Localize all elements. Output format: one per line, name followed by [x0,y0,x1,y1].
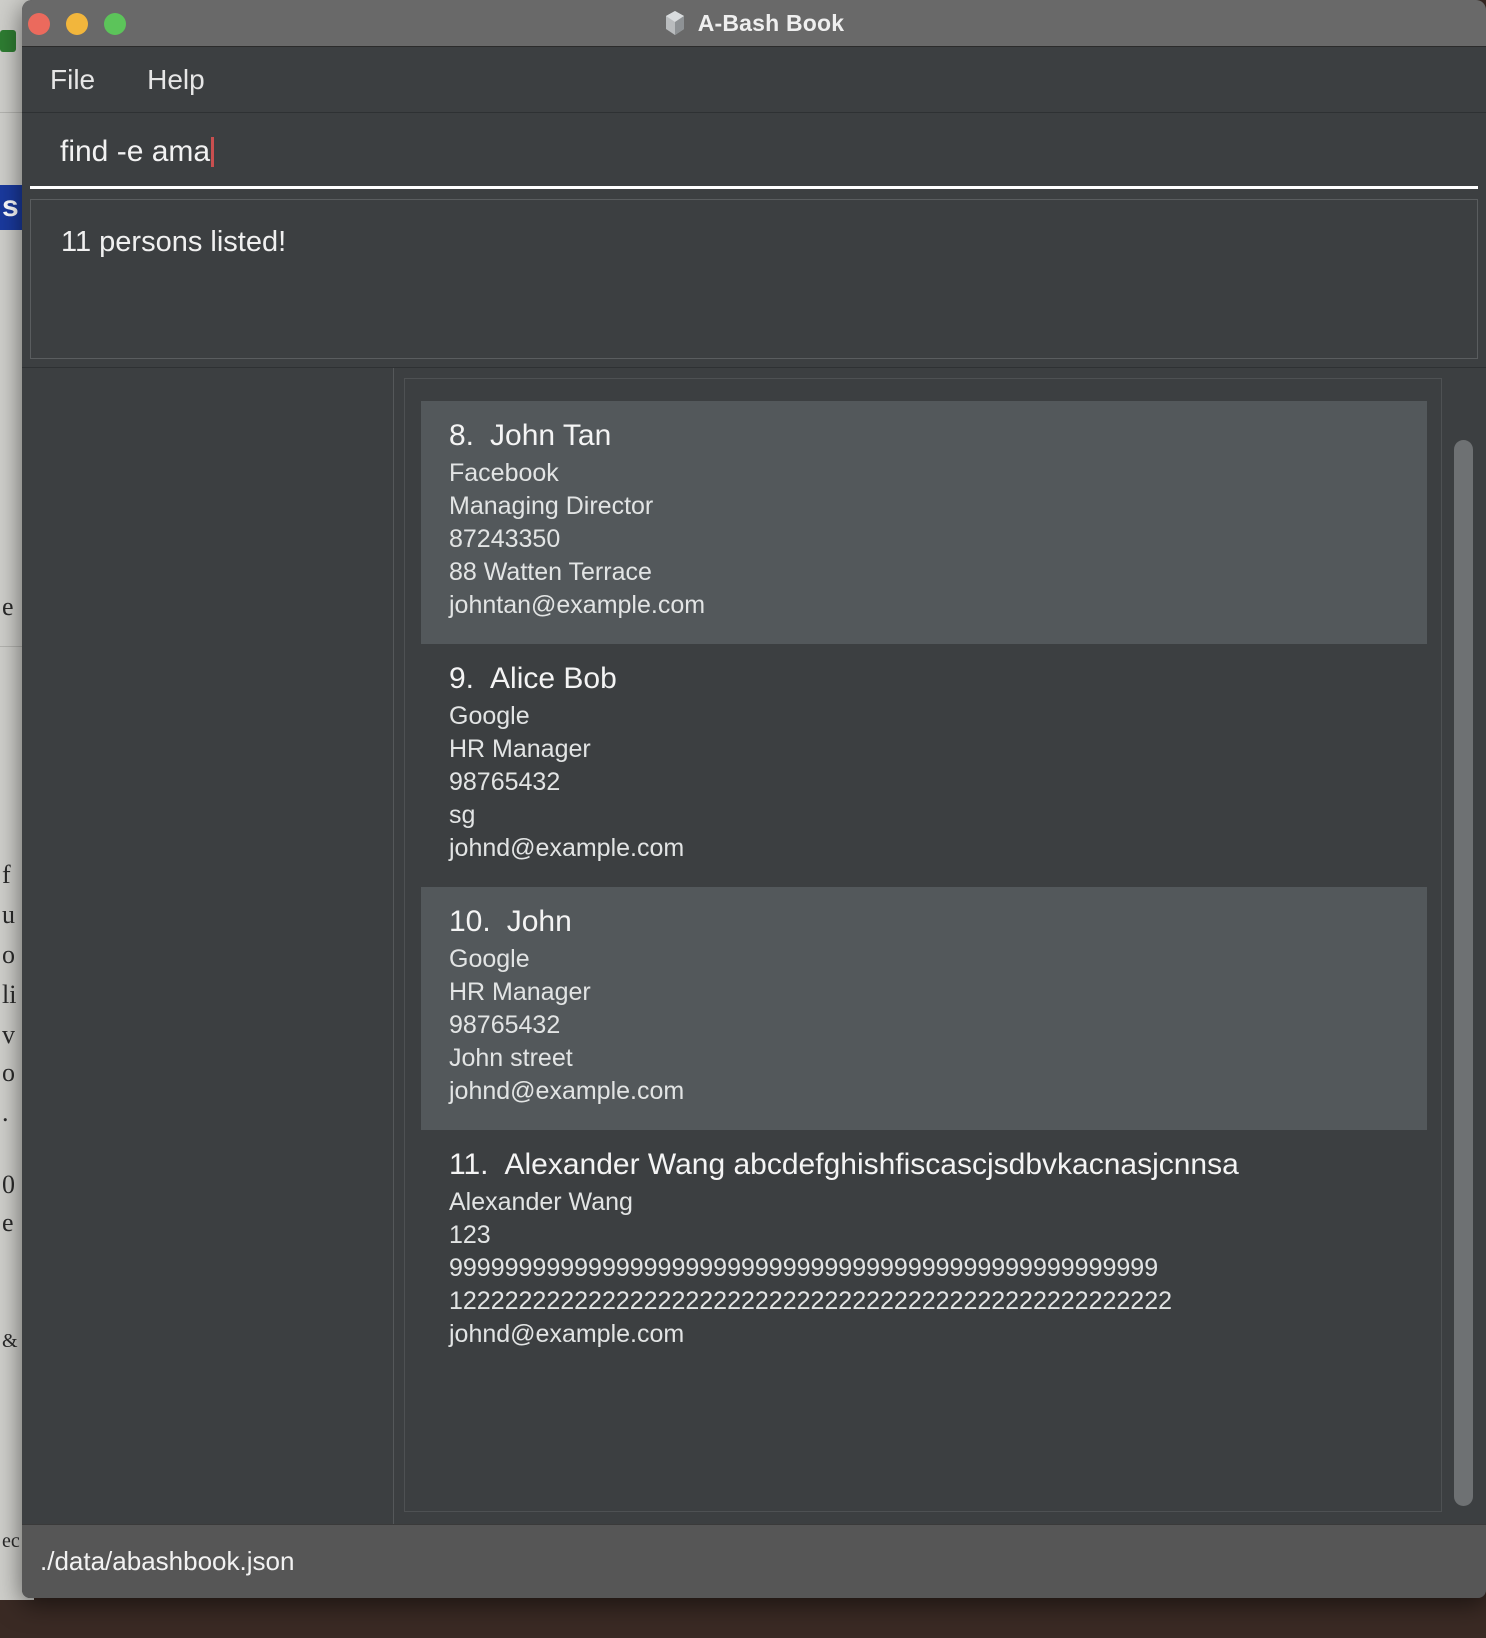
person-role: HR Manager [449,735,591,763]
result-display-wrapper: 11 persons listed! [22,191,1486,367]
person-card[interactable]: 11. Alexander Wang abcdefghishfiscascjsdb… [421,1130,1427,1373]
window-title: A-Bash Book [697,9,845,36]
person-title: 8. John Tan [449,419,1427,453]
person-phone: 87243350 [449,525,561,553]
person-index: 9. [449,662,475,695]
person-address: John street [449,1044,573,1072]
person-email: johnd@example.com [449,1320,685,1348]
command-input[interactable]: find -e ama [30,113,1478,191]
content-panes: 8. John Tan Facebook Managing Director 87… [22,367,1486,1524]
person-role: HR Manager [449,978,591,1006]
text-caret [211,137,215,167]
background-letter: s [2,190,19,223]
person-email: johnd@example.com [449,1077,685,1105]
person-index: 8. [449,419,475,452]
statusbar: ./data/abashbook.json [22,1524,1486,1598]
person-company: Facebook [449,459,559,487]
minimize-button[interactable] [66,12,88,35]
person-role: Managing Director [449,492,654,520]
command-box[interactable]: find -e ama [22,113,1486,191]
person-address: 88 Watten Terrace [449,558,652,586]
result-message: 11 persons listed! [61,226,287,258]
command-input-value: find -e ama [60,135,211,168]
person-card[interactable]: 9. Alice Bob Google HR Manager 98765432 s… [421,644,1427,887]
person-name: John Tan [490,419,612,452]
person-phone: 98765432 [449,768,561,796]
scrollbar-thumb[interactable] [1454,440,1473,1506]
command-input-underline [30,186,1478,189]
menubar: File Help [22,47,1486,113]
person-phone: 98765432 [449,1011,561,1039]
person-company: Google [449,945,530,973]
person-name: Alexander Wang abcdefghishfiscascjsdbvka… [504,1148,1239,1181]
status-file-path: ./data/abashbook.json [40,1546,295,1576]
person-list-panel: 8. John Tan Facebook Managing Director 87… [404,378,1442,1512]
menu-file[interactable]: File [46,62,99,98]
scrollbar-track[interactable] [1444,378,1486,1512]
person-company: Alexander Wang [449,1188,633,1216]
result-display: 11 persons listed! [30,199,1478,359]
background-green-marker [0,30,16,52]
background-text: e [2,592,14,621]
titlebar: A-Bash Book [22,0,1486,47]
person-title: 10. John [449,905,1427,939]
person-title: 11. Alexander Wang abcdefghishfiscascjsdb… [449,1148,1427,1182]
person-list[interactable]: 8. John Tan Facebook Managing Director 87… [405,379,1441,1511]
person-email: johntan@example.com [449,591,706,619]
desktop-background: e s f u o li v o . 0 e & ec A-Bash Book … [0,0,1486,1638]
app-window: A-Bash Book File Help find -e ama 11 per… [22,0,1486,1598]
person-company: Google [449,702,530,730]
right-pane: 8. John Tan Facebook Managing Director 87… [394,368,1486,1524]
person-phone: 9999999999999999999999999999999999999999… [449,1254,1159,1282]
person-name: John [506,905,572,938]
person-index: 10. [449,905,491,938]
box-icon [665,11,684,35]
menu-help[interactable]: Help [143,62,209,98]
person-card[interactable]: 10. John Google HR Manager 98765432 John … [421,887,1427,1130]
person-index: 11. [449,1148,489,1181]
window-controls [28,0,126,47]
person-title: 9. Alice Bob [449,662,1427,696]
person-name: Alice Bob [490,662,617,695]
left-pane [22,368,394,1524]
person-card[interactable]: 8. John Tan Facebook Managing Director 87… [421,401,1427,644]
maximize-button[interactable] [104,12,126,35]
person-role: 123 [449,1221,491,1249]
person-address: 1222222222222222222222222222222222222222… [449,1287,1172,1315]
close-button[interactable] [28,12,50,35]
person-address: sg [449,801,476,829]
person-email: johnd@example.com [449,834,685,862]
